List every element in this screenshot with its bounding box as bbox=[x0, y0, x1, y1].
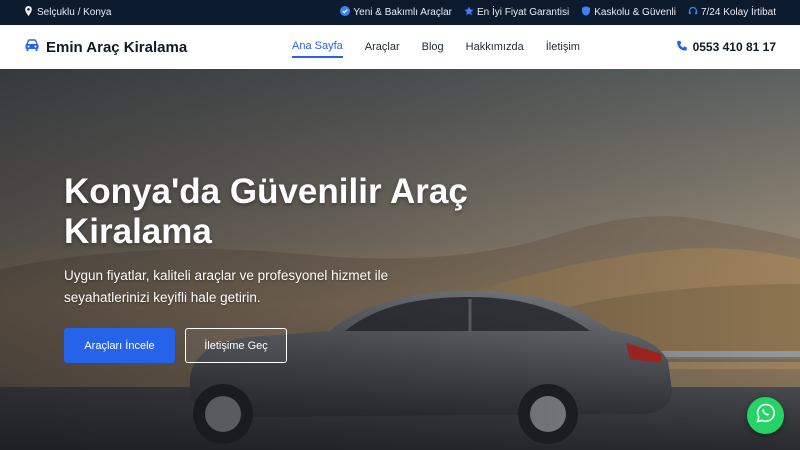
feature-item: Yeni & Bakımlı Araçlar bbox=[340, 6, 452, 19]
top-info-bar: Selçuklu / Konya Yeni & Bakımlı Araçlar … bbox=[0, 0, 800, 25]
brand-logo[interactable]: Emin Araç Kiralama bbox=[24, 37, 292, 58]
nav-item-araclar[interactable]: Araçlar bbox=[365, 37, 400, 57]
hero-section: Konya'da Güvenilir Araç Kiralama Uygun f… bbox=[0, 69, 800, 450]
nav-menu: Ana Sayfa Araçlar Blog Hakkımızda İletiş… bbox=[292, 36, 580, 58]
headset-icon bbox=[688, 6, 698, 19]
location-pin-icon bbox=[24, 6, 33, 19]
hero-overlay bbox=[0, 69, 800, 450]
location-text: Selçuklu / Konya bbox=[37, 7, 112, 18]
hero-subtitle: Uygun fiyatlar, kaliteli araçlar ve prof… bbox=[64, 268, 389, 305]
location: Selçuklu / Konya bbox=[24, 6, 112, 19]
whatsapp-button[interactable] bbox=[747, 397, 784, 434]
star-icon bbox=[464, 6, 474, 19]
main-navbar: Emin Araç Kiralama Ana Sayfa Araçlar Blo… bbox=[0, 25, 800, 69]
nav-item-iletisim[interactable]: İletişim bbox=[546, 37, 580, 57]
shield-icon bbox=[581, 6, 591, 19]
nav-item-blog[interactable]: Blog bbox=[422, 37, 444, 57]
browse-cars-button[interactable]: Araçları İncele bbox=[64, 328, 175, 363]
feature-list: Yeni & Bakımlı Araçlar En İyi Fiyat Gara… bbox=[340, 6, 776, 19]
check-circle-icon bbox=[340, 6, 351, 19]
hero-title: Konya'da Güvenilir Araç Kiralama bbox=[64, 172, 468, 251]
phone-icon bbox=[676, 40, 688, 55]
feature-label: 7/24 Kolay İrtibat bbox=[700, 7, 776, 18]
feature-item: Kaskolu & Güvenli bbox=[581, 6, 676, 19]
feature-label: Kaskolu & Güvenli bbox=[594, 7, 676, 18]
feature-item: En İyi Fiyat Garantisi bbox=[464, 6, 569, 19]
phone-number: 0553 410 81 17 bbox=[692, 40, 776, 54]
feature-label: Yeni & Bakımlı Araçlar bbox=[353, 7, 452, 18]
whatsapp-icon bbox=[755, 403, 776, 428]
brand-name: Emin Araç Kiralama bbox=[46, 38, 188, 56]
contact-button[interactable]: İletişime Geç bbox=[185, 328, 287, 363]
car-icon bbox=[24, 37, 40, 58]
feature-item: 7/24 Kolay İrtibat bbox=[688, 6, 776, 19]
feature-label: En İyi Fiyat Garantisi bbox=[476, 7, 570, 18]
phone-link[interactable]: 0553 410 81 17 bbox=[676, 40, 776, 55]
nav-item-ana-sayfa[interactable]: Ana Sayfa bbox=[292, 36, 343, 58]
nav-item-hakkimizda[interactable]: Hakkımızda bbox=[466, 37, 524, 57]
